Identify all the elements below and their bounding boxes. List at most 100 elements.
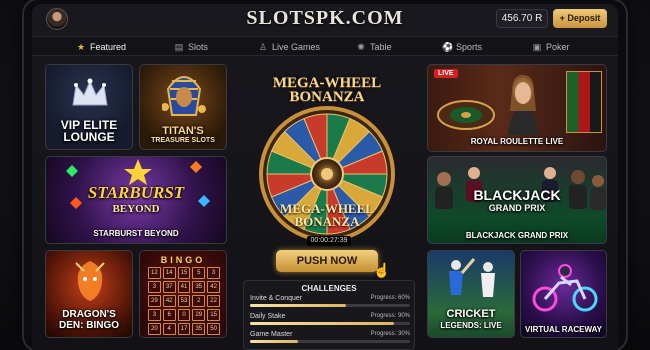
game-tile-dragons-den-bingo[interactable]: DRAGON'S DEN: BINGO	[45, 250, 133, 338]
title-line: TREASURE SLOTS	[151, 137, 215, 144]
bingo-cell: 12	[148, 267, 161, 279]
game-tile-blackjack-grand-prix[interactable]: BLACKJACK GRAND PRIX BLACKJACK GRAND PRI…	[427, 156, 607, 244]
bingo-cell: 3	[148, 309, 161, 321]
motorbike-icon	[532, 264, 598, 312]
roulette-board	[566, 71, 602, 133]
wheel-caption: MEGA-WHEEL BONANZA	[243, 202, 411, 228]
challenge-progress-text: Progress: 60%	[370, 295, 410, 301]
bingo-cell: 29	[192, 309, 206, 321]
tab-label: Live Games	[272, 42, 321, 52]
app-screen: SLOTSPK.COM 456.70 R + Deposit ★ Featured…	[32, 4, 618, 350]
challenge-progress-bar	[250, 322, 410, 325]
bingo-cell: 2	[192, 295, 206, 307]
top-header: SLOTSPK.COM 456.70 R + Deposit	[32, 4, 618, 34]
wheel-caption-line: BONANZA	[294, 214, 360, 229]
tab-label: Sports	[456, 42, 483, 52]
game-tile-vip-lounge[interactable]: VIP ELITE LOUNGE	[45, 64, 133, 150]
bingo-cell: 29	[148, 295, 161, 307]
challenge-row[interactable]: Daily Stake Progress: 90%	[250, 313, 410, 329]
deposit-button[interactable]: + Deposit	[553, 9, 607, 28]
tile-title: VIP ELITE LOUNGE	[46, 119, 132, 143]
tile-title: CRICKET LEGENDS: LIVE	[428, 309, 514, 331]
art-line: BEYOND	[112, 203, 160, 215]
bingo-cell: 5	[192, 267, 206, 279]
tab-label: Table	[370, 42, 392, 52]
challenge-progress-fill	[250, 340, 298, 343]
chip-icon: ✺	[357, 42, 365, 52]
promo-title: MEGA-WHEEL BONANZA	[233, 76, 421, 105]
challenge-progress-text: Progress: 30%	[370, 331, 410, 337]
cricket-players	[449, 258, 495, 297]
title-line: TITAN'S	[162, 125, 204, 137]
bingo-cell: 20	[148, 323, 161, 335]
game-tile-royal-roulette-live[interactable]: LIVE ROYAL ROULETTE LIVE	[427, 64, 607, 152]
bingo-cell: 22	[207, 295, 220, 307]
countdown-timer: 00:00:27:39	[307, 236, 351, 246]
game-tile-cricket-legends-live[interactable]: CRICKET LEGENDS: LIVE	[427, 250, 515, 338]
tile-art-title: STARBURST BEYOND	[46, 183, 226, 215]
bingo-cell: 42	[162, 295, 176, 307]
art-line: BLACKJACK	[473, 187, 561, 203]
slots-icon: ▤	[174, 42, 184, 52]
pharaoh-icon	[162, 76, 206, 116]
person-icon: ♙	[258, 42, 268, 52]
live-badge: LIVE	[434, 69, 458, 78]
tab-table[interactable]: ✺ Table	[356, 37, 392, 57]
tab-label: Featured	[90, 42, 127, 52]
tab-slots[interactable]: ▤ Slots	[174, 37, 208, 57]
bingo-cell: 15	[177, 267, 191, 279]
title-line: DEN: BINGO	[59, 320, 119, 331]
tab-featured[interactable]: ★ Featured	[76, 37, 126, 57]
game-tile-starburst-beyond[interactable]: STARBURST BEYOND STARBURST BEYOND	[45, 156, 227, 244]
featured-promo: MEGA-WHEEL BONANZA MEGA-WHEEL BONANZA 00…	[233, 64, 421, 350]
hand-pointer-icon: ☝	[373, 262, 391, 278]
tile-caption: ROYAL ROULETTE LIVE	[470, 137, 564, 146]
tile-caption: STARBURST BEYOND	[93, 229, 179, 238]
game-tile-bingo[interactable]: BINGO 12 14 15 5 3 3 37 41 35 42 29 42 53 2 22 3 6 0 29 15 2…	[139, 250, 227, 338]
game-tile-titans-treasure[interactable]: TITAN'S TREASURE SLOTS	[139, 64, 227, 150]
challenge-progress-bar	[250, 340, 410, 343]
bingo-cell: 53	[177, 295, 191, 307]
bingo-grid: 12 14 15 5 3 3 37 41 35 42 29 42 53 2 22 3 6 0 29 15 20 4 17 35…	[148, 267, 220, 335]
star-icon: ★	[76, 42, 86, 52]
tile-title: TITAN'S TREASURE SLOTS	[140, 125, 226, 144]
challenge-row[interactable]: Game Master Progress: 30%	[250, 331, 410, 347]
title-line: LEGENDS: LIVE	[440, 321, 502, 330]
balance-display: 456.70 R	[496, 9, 548, 28]
bingo-header: BINGO	[160, 255, 206, 265]
bingo-cell: 42	[207, 281, 220, 293]
title-line: LOUNGE	[63, 130, 115, 144]
challenges-title: CHALLENGES	[301, 284, 357, 293]
game-tile-virtual-raceway[interactable]: VIRTUAL RACEWAY	[520, 250, 607, 338]
bingo-cell: 41	[177, 281, 191, 293]
bingo-cell: 6	[162, 309, 176, 321]
challenge-name: Invite & Conquer	[250, 295, 303, 302]
challenge-progress-fill	[250, 322, 394, 325]
challenges-panel: CHALLENGES Invite & Conquer Progress: 60…	[243, 280, 415, 350]
challenge-progress-text: Progress: 90%	[370, 313, 410, 319]
bingo-cell: 4	[162, 323, 176, 335]
roulette-wheel-icon	[437, 100, 495, 130]
art-line: STARBURST	[87, 183, 185, 202]
challenge-row[interactable]: Invite & Conquer Progress: 60%	[250, 295, 410, 311]
art-line: GRAND PRIX	[488, 203, 546, 213]
bingo-cell: 3	[148, 281, 161, 293]
bingo-cell: 50	[207, 323, 220, 335]
dragon-icon	[75, 261, 105, 301]
bingo-cell: 0	[177, 309, 191, 321]
title-line: DRAGON'S	[62, 309, 116, 320]
challenge-name: Game Master	[250, 331, 293, 338]
tab-poker[interactable]: ▣ Poker	[532, 37, 570, 57]
tab-sports[interactable]: ⚽ Sports	[442, 37, 482, 57]
bingo-cell: 14	[162, 267, 176, 279]
challenge-progress-bar	[250, 304, 410, 307]
tab-live-games[interactable]: ♙ Live Games	[258, 37, 320, 57]
bingo-cell: 15	[207, 309, 220, 321]
tile-title: DRAGON'S DEN: BINGO	[46, 309, 132, 331]
push-now-button[interactable]: PUSH NOW	[276, 250, 378, 272]
challenge-progress-fill	[250, 304, 346, 307]
bingo-cell: 35	[192, 323, 206, 335]
tile-caption: VIRTUAL RACEWAY	[525, 325, 602, 334]
dealer-figure	[508, 75, 538, 135]
tile-art-title: BLACKJACK GRAND PRIX	[428, 187, 606, 215]
